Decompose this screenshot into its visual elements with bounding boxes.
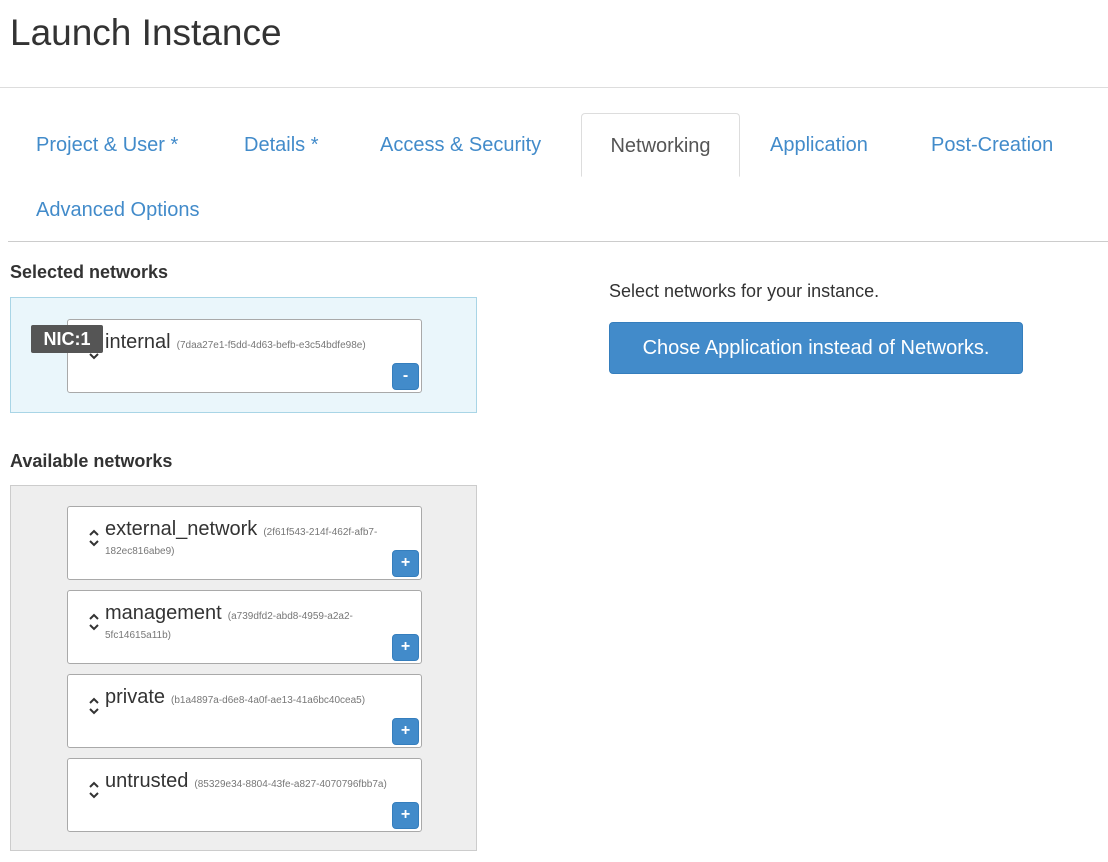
network-id: (b1a4897a-d6e8-4a0f-ae13-41a6bc40cea5) [171,695,366,706]
network-name: internal [105,331,171,353]
network-id: (2f61f543-214f-462f-afb7- [263,527,378,538]
network-label: private (b1a4897a-d6e8-4a0f-ae13-41a6bc40… [105,684,387,714]
sort-arrows-icon[interactable] [87,610,101,634]
tab-access-security[interactable]: Access & Security [380,134,541,157]
network-name: untrusted [105,770,189,792]
network-id: (85329e34-8804-43fe-a827-4070796fbb7a) [194,779,387,790]
add-network-button[interactable]: + [392,802,419,829]
available-networks-list: external_network (2f61f543-214f-462f-afb7… [10,485,477,851]
available-networks-heading: Available networks [10,451,173,471]
choose-application-button[interactable]: Chose Application instead of Networks. [609,322,1023,374]
network-id-continued: 5fc14615a11b) [105,630,171,641]
available-network-item[interactable]: external_network (2f61f543-214f-462f-afb7… [67,506,422,580]
page-title: Launch Instance [10,12,282,53]
networks-help-text: Select networks for your instance. [609,281,880,301]
remove-network-button[interactable]: - [392,363,419,390]
network-label: management (a739dfd2-abd8-4959-a2a2- [105,600,387,630]
add-network-button[interactable]: + [392,634,419,661]
network-id: (a739dfd2-abd8-4959-a2a2- [227,611,353,622]
nic-badge: NIC:1 [31,325,103,353]
available-network-item[interactable]: private (b1a4897a-d6e8-4a0f-ae13-41a6bc40… [67,674,422,748]
available-network-item[interactable]: management (a739dfd2-abd8-4959-a2a2- 5fc1… [67,590,422,664]
selected-networks-list: internal (7daa27e1-f5dd-4d63-befb-e3c54bd… [10,297,477,413]
network-name: external_network [105,518,258,540]
tab-details[interactable]: Details * [244,134,318,157]
tab-advanced-options[interactable]: Advanced Options [36,199,199,222]
tab-application[interactable]: Application [770,134,868,157]
sort-arrows-icon[interactable] [87,778,101,802]
network-label: internal (7daa27e1-f5dd-4d63-befb-e3c54bd… [105,329,387,359]
network-name: private [105,686,166,708]
selected-networks-heading: Selected networks [10,262,169,282]
wizard-tabs: Project & User * Details * Access & Secu… [0,113,1108,243]
network-id-continued: 182ec816abe9) [105,546,175,557]
header-divider [0,87,1108,88]
sort-arrows-icon[interactable] [87,526,101,550]
sort-arrows-icon[interactable] [87,694,101,718]
add-network-button[interactable]: + [392,718,419,745]
tab-post-creation[interactable]: Post-Creation [931,134,1053,157]
network-label: untrusted (85329e34-8804-43fe-a827-407079… [105,768,387,798]
network-name: management [105,602,222,624]
tabs-divider [8,241,1108,242]
network-label: external_network (2f61f543-214f-462f-afb7… [105,516,387,546]
tab-networking[interactable]: Networking [581,113,740,177]
add-network-button[interactable]: + [392,550,419,577]
available-network-item[interactable]: untrusted (85329e34-8804-43fe-a827-407079… [67,758,422,832]
selected-network-item[interactable]: internal (7daa27e1-f5dd-4d63-befb-e3c54bd… [67,319,422,393]
network-id: (7daa27e1-f5dd-4d63-befb-e3c54bdfe98e) [176,340,366,351]
tab-project-user[interactable]: Project & User * [36,134,178,157]
